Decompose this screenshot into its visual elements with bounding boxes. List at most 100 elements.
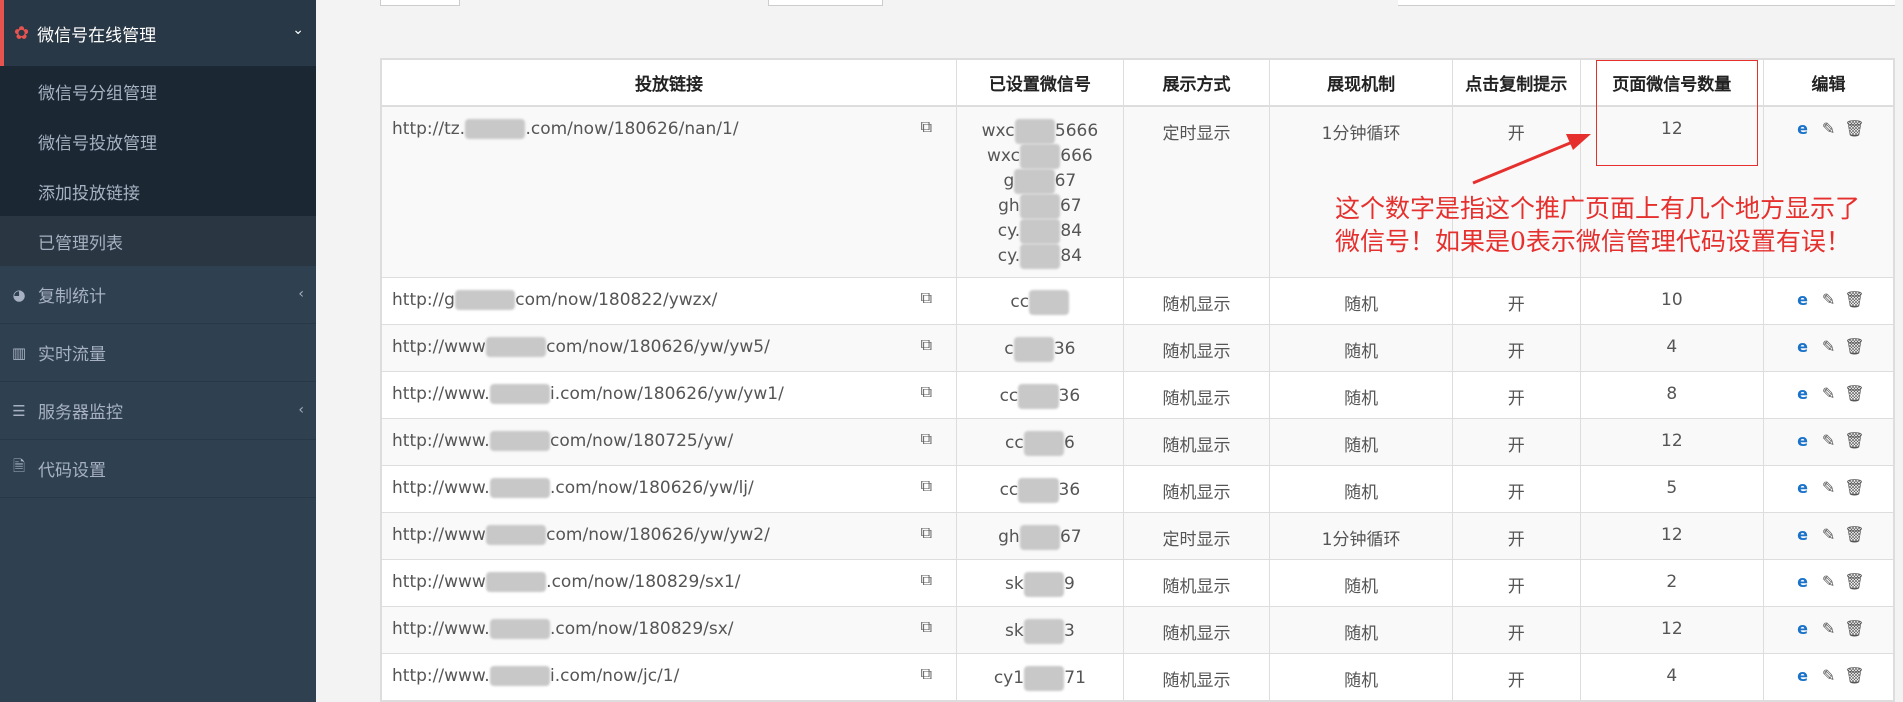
copy-icon[interactable]: ⧉ — [921, 523, 932, 543]
edit-icon[interactable]: ✎ — [1816, 619, 1842, 638]
link-text[interactable]: http://tz.xxxxxx.com/now/180626/nan/1/ — [392, 118, 739, 139]
ie-icon[interactable]: e — [1790, 525, 1816, 544]
nav-label: 复制统计 — [38, 287, 106, 307]
nav-item-copy-stats[interactable]: ◕ 复制统计 ‹ — [0, 266, 316, 324]
ie-icon[interactable]: e — [1790, 478, 1816, 497]
table-row: http://wwwxxxxxxcom/now/180626/yw/yw2/ ⧉… — [380, 512, 1894, 560]
trash-icon[interactable]: 🗑 — [1842, 337, 1868, 356]
link-text[interactable]: http://www.xxxxxxi.com/now/180626/yw/yw1… — [392, 384, 784, 404]
edit-icon[interactable]: ✎ — [1816, 119, 1842, 138]
display-mode-cell: 定时显示 — [1122, 512, 1271, 560]
wechat-ids-cell: ccxxxx6 — [956, 418, 1124, 466]
wechat-icon: ✿ — [14, 22, 30, 44]
search-input[interactable] — [1398, 0, 1895, 6]
menu-label: 微信号在线管理 — [37, 25, 157, 46]
annotation-line-2: 微信号！如果是0表示微信管理代码设置有误！ — [1335, 227, 1851, 256]
copy-icon[interactable]: ⧉ — [921, 664, 932, 684]
mechanism-cell: 随机 — [1269, 277, 1453, 325]
copy-tip-cell: 开 — [1451, 606, 1581, 654]
link-text[interactable]: http://www.xxxxxxcom/now/180725/yw/ — [392, 431, 733, 451]
edit-icon[interactable]: ✎ — [1816, 337, 1842, 356]
edit-icon[interactable]: ✎ — [1816, 290, 1842, 309]
annotation-text: 这个数字是指这个推广页面上有几个地方显示了 微信号！如果是0表示微信管理代码设置有… — [1335, 192, 1860, 258]
wechat-id: cy.xxxx84 — [957, 218, 1123, 244]
file-code-icon: 🗎 — [12, 457, 26, 475]
ie-icon[interactable]: e — [1790, 666, 1816, 685]
submenu-item-managed-list[interactable]: 已管理列表 — [0, 216, 316, 266]
link-text[interactable]: http://wwwxxxxxxcom/now/180626/yw/yw2/ — [392, 525, 770, 545]
table-row: http://www.xxxxxxi.com/now/180626/yw/yw1… — [380, 371, 1894, 419]
edit-cell: e ✎ 🗑 — [1763, 418, 1894, 466]
trash-icon[interactable]: 🗑 — [1842, 478, 1868, 497]
link-text[interactable]: http://gxxxxxxcom/now/180822/ywzx/ — [392, 290, 717, 310]
copy-icon[interactable]: ⧉ — [921, 617, 932, 637]
edit-icon[interactable]: ✎ — [1816, 525, 1842, 544]
edit-icon[interactable]: ✎ — [1816, 666, 1842, 685]
nav-item-server-monitor[interactable]: ☰ 服务器监控 ‹ — [0, 382, 316, 440]
wechat-ids-cell: skxxxx3 — [956, 606, 1124, 654]
edit-cell: e ✎ 🗑 — [1763, 324, 1894, 372]
link-text[interactable]: http://www.xxxxxxi.com/now/jc/1/ — [392, 666, 679, 686]
ie-icon[interactable]: e — [1790, 119, 1816, 138]
link-text[interactable]: http://wwwxxxxxxcom/now/180626/yw/yw5/ — [392, 337, 770, 357]
ie-icon[interactable]: e — [1790, 431, 1816, 450]
ie-icon[interactable]: e — [1790, 384, 1816, 403]
nav-item-code-settings[interactable]: 🗎 代码设置 — [0, 440, 316, 498]
mechanism-cell: 随机 — [1269, 606, 1453, 654]
copy-icon[interactable]: ⧉ — [921, 335, 932, 355]
table-row: http://gxxxxxxcom/now/180822/ywzx/ ⧉ ccx… — [380, 277, 1894, 325]
link-cell: http://wwwxxxxxx.com/now/180829/sx1/ ⧉ — [380, 559, 958, 607]
edit-icon[interactable]: ✎ — [1816, 431, 1842, 450]
trash-icon[interactable]: 🗑 — [1842, 666, 1868, 685]
trash-icon[interactable]: 🗑 — [1842, 119, 1868, 138]
chevron-left-icon: ‹ — [298, 286, 304, 302]
wechat-id: ccxxxx36 — [957, 384, 1123, 409]
nav-label: 服务器监控 — [38, 403, 123, 423]
wechat-count-cell: 12 — [1579, 512, 1765, 560]
display-mode-cell: 随机显示 — [1122, 559, 1271, 607]
submenu-item-group-management[interactable]: 微信号分组管理 — [0, 66, 316, 116]
wechat-ids-cell: cy1xxxx71 — [956, 653, 1124, 701]
wechat-count-cell: 4 — [1579, 653, 1765, 701]
copy-tip-cell: 开 — [1451, 559, 1581, 607]
link-cell: http://www.xxxxxxi.com/now/jc/1/ ⧉ — [380, 653, 958, 701]
wechat-ids-cell: ccxxxx — [956, 277, 1124, 325]
trash-icon[interactable]: 🗑 — [1842, 619, 1868, 638]
wechat-id: ccxxxx36 — [957, 478, 1123, 503]
submenu-item-placement-management[interactable]: 微信号投放管理 — [0, 116, 316, 166]
trash-icon[interactable]: 🗑 — [1842, 290, 1868, 309]
trash-icon[interactable]: 🗑 — [1842, 525, 1868, 544]
trash-icon[interactable]: 🗑 — [1842, 572, 1868, 591]
submenu-item-add-link[interactable]: 添加投放链接 — [0, 166, 316, 216]
nav-item-realtime-traffic[interactable]: ▥ 实时流量 — [0, 324, 316, 382]
ie-icon[interactable]: e — [1790, 619, 1816, 638]
menu-wechat-online-management[interactable]: ✿ 微信号在线管理 ⌄ — [0, 0, 316, 66]
link-text[interactable]: http://www.xxxxxx.com/now/180829/sx/ — [392, 619, 734, 639]
copy-icon[interactable]: ⧉ — [921, 429, 932, 449]
edit-icon[interactable]: ✎ — [1816, 478, 1842, 497]
top-control[interactable] — [380, 0, 460, 6]
top-control[interactable] — [768, 0, 883, 6]
edit-cell: e ✎ 🗑 — [1763, 653, 1894, 701]
link-text[interactable]: http://wwwxxxxxx.com/now/180829/sx1/ — [392, 572, 741, 592]
wechat-id: ccxxxx6 — [957, 431, 1123, 456]
table-row: http://wwwxxxxxx.com/now/180829/sx1/ ⧉ s… — [380, 559, 1894, 607]
trash-icon[interactable]: 🗑 — [1842, 384, 1868, 403]
copy-icon[interactable]: ⧉ — [921, 288, 932, 308]
ie-icon[interactable]: e — [1790, 290, 1816, 309]
chevron-left-icon: ‹ — [298, 402, 304, 418]
copy-icon[interactable]: ⧉ — [921, 117, 932, 137]
mechanism-cell: 随机 — [1269, 324, 1453, 372]
copy-icon[interactable]: ⧉ — [921, 382, 932, 402]
copy-icon[interactable]: ⧉ — [921, 476, 932, 496]
mechanism-cell: 1分钟循环 — [1269, 512, 1453, 560]
edit-icon[interactable]: ✎ — [1816, 384, 1842, 403]
edit-icon[interactable]: ✎ — [1816, 572, 1842, 591]
link-text[interactable]: http://www.xxxxxx.com/now/180626/yw/lj/ — [392, 478, 754, 498]
trash-icon[interactable]: 🗑 — [1842, 431, 1868, 450]
ie-icon[interactable]: e — [1790, 572, 1816, 591]
submenu: 微信号分组管理 微信号投放管理 添加投放链接 已管理列表 — [0, 66, 316, 266]
ie-icon[interactable]: e — [1790, 337, 1816, 356]
copy-icon[interactable]: ⧉ — [921, 570, 932, 590]
server-icon: ☰ — [12, 401, 26, 420]
